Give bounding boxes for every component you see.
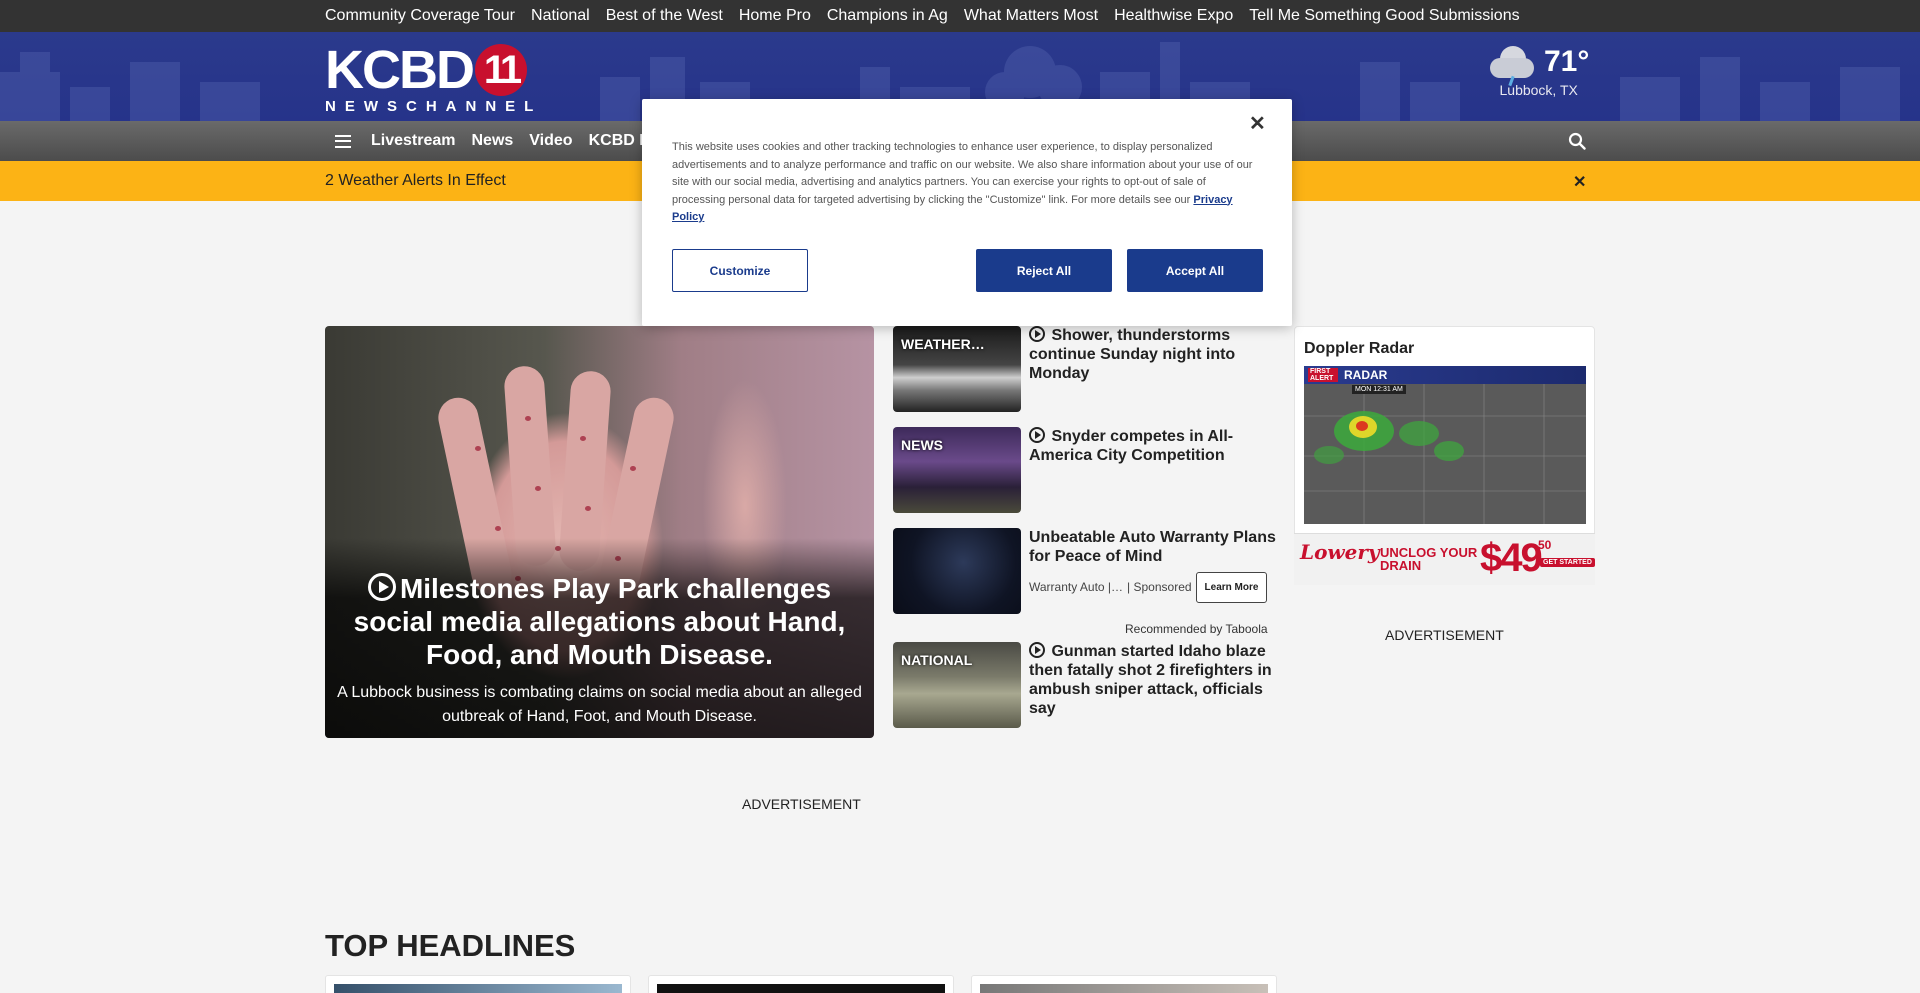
main-ad-label: ADVERTISEMENT <box>742 796 861 812</box>
ad-get-started-button[interactable]: GET STARTED <box>1540 558 1595 567</box>
topbar-link-community-coverage-tour[interactable]: Community Coverage Tour <box>325 7 515 25</box>
nav-item-video[interactable]: Video <box>529 132 572 150</box>
weather-widget[interactable]: 71° Lubbock, TX <box>1488 44 1589 98</box>
topbar-link-champions-in-ag[interactable]: Champions in Ag <box>827 7 948 25</box>
topbar-link-tell-me-something-good[interactable]: Tell Me Something Good Submissions <box>1249 7 1519 25</box>
logo-text: KCBD <box>325 40 475 100</box>
headline-card[interactable] <box>325 975 631 993</box>
radar-label: RADAR <box>1344 368 1388 382</box>
logo-subtitle: NEWSCHANNEL <box>325 98 543 115</box>
headline-card[interactable] <box>648 975 954 993</box>
ad-price-cents: 50 <box>1538 538 1552 552</box>
hamburger-icon[interactable] <box>335 134 351 148</box>
nav-item-kcbd[interactable]: KCBD I <box>589 132 644 150</box>
radar-title: Doppler Radar <box>1304 340 1415 357</box>
story-thumbnail[interactable]: WEATHER… <box>893 326 1021 412</box>
search-icon[interactable] <box>1568 132 1586 150</box>
story-category: NATIONAL <box>901 652 973 668</box>
close-icon[interactable]: ✕ <box>1249 111 1266 136</box>
sponsored-label: | Sponsored <box>1127 580 1192 594</box>
top-utility-bar: Community Coverage Tour National Best of… <box>0 0 1920 32</box>
topbar-link-home-pro[interactable]: Home Pro <box>739 7 811 25</box>
reject-all-button[interactable]: Reject All <box>976 249 1112 292</box>
weather-alert-text[interactable]: 2 Weather Alerts In Effect <box>325 172 506 190</box>
story-headline[interactable]: Shower, thunderstorms continue Sunday ni… <box>1029 327 1235 382</box>
site-logo[interactable]: KCBD 11 NEWSCHANNEL <box>325 40 543 115</box>
topbar-link-healthwise-expo[interactable]: Healthwise Expo <box>1114 7 1233 25</box>
learn-more-button[interactable]: Learn More <box>1195 572 1268 603</box>
hero-summary: A Lubbock business is combating claims o… <box>337 684 862 725</box>
story-category: WEATHER… <box>901 336 985 352</box>
sponsored-item[interactable]: Unbeatable Auto Warranty Plans for Peace… <box>893 528 1279 614</box>
customize-button[interactable]: Customize <box>672 249 808 292</box>
ad-brand: Lowery <box>1300 540 1380 564</box>
play-icon <box>1029 427 1045 443</box>
story-headline[interactable]: Gunman started Idaho blaze then fatally … <box>1029 643 1272 717</box>
logo-eleven-badge: 11 <box>475 44 527 96</box>
accept-all-button[interactable]: Accept All <box>1127 249 1263 292</box>
nav-item-news[interactable]: News <box>472 132 514 150</box>
sponsor-name: Warranty Auto |… <box>1029 580 1124 594</box>
topbar-link-best-of-the-west[interactable]: Best of the West <box>606 7 723 25</box>
hero-story[interactable]: Milestones Play Park challenges social m… <box>325 326 874 738</box>
play-icon <box>367 573 396 601</box>
story-item[interactable]: WEATHER… Shower, thunderstorms continue … <box>893 326 1279 412</box>
lowery-ad-banner[interactable]: Lowery UNCLOG YOUR DRAIN $49 50 GET START… <box>1294 533 1595 585</box>
first-alert-badge: FIRST ALERT <box>1308 368 1338 382</box>
ad-headline: UNCLOG YOUR DRAIN <box>1380 545 1478 573</box>
topbar-link-national[interactable]: National <box>531 7 590 25</box>
rail-ad-label: ADVERTISEMENT <box>1385 627 1504 643</box>
story-thumbnail[interactable]: NEWS <box>893 427 1021 513</box>
current-temperature: 71° <box>1544 45 1590 78</box>
rain-cloud-icon <box>1488 44 1536 87</box>
ad-price: $49 <box>1480 536 1543 580</box>
story-item[interactable]: NATIONAL Gunman started Idaho blaze then… <box>893 642 1279 728</box>
cookie-consent-dialog: ✕ This website uses cookies and other tr… <box>642 99 1292 326</box>
taboola-attribution[interactable]: Recommended by Taboola <box>1125 622 1268 636</box>
story-item[interactable]: NEWS Snyder competes in All-America City… <box>893 427 1279 513</box>
story-thumbnail[interactable]: NATIONAL <box>893 642 1021 728</box>
cookie-consent-text: This website uses cookies and other trac… <box>672 141 1253 223</box>
topbar-link-what-matters-most[interactable]: What Matters Most <box>964 7 1098 25</box>
alert-close-icon[interactable]: ✕ <box>1573 172 1586 192</box>
hero-headline[interactable]: Milestones Play Park challenges social m… <box>354 573 846 670</box>
story-headline[interactable]: Snyder competes in All-America City Comp… <box>1029 428 1233 464</box>
headline-card[interactable] <box>971 975 1277 993</box>
story-category: NEWS <box>901 437 943 453</box>
sponsored-thumbnail[interactable] <box>893 528 1021 614</box>
play-icon <box>1029 326 1045 342</box>
radar-timestamp: MON 12:31 AM <box>1352 385 1406 394</box>
play-icon <box>1029 642 1045 658</box>
radar-map[interactable]: FIRST ALERT RADAR MON 12:31 AM <box>1304 366 1586 524</box>
top-headlines-heading: TOP HEADLINES <box>325 928 576 963</box>
nav-item-livestream[interactable]: Livestream <box>371 132 456 150</box>
sponsored-headline[interactable]: Unbeatable Auto Warranty Plans for Peace… <box>1029 528 1279 566</box>
